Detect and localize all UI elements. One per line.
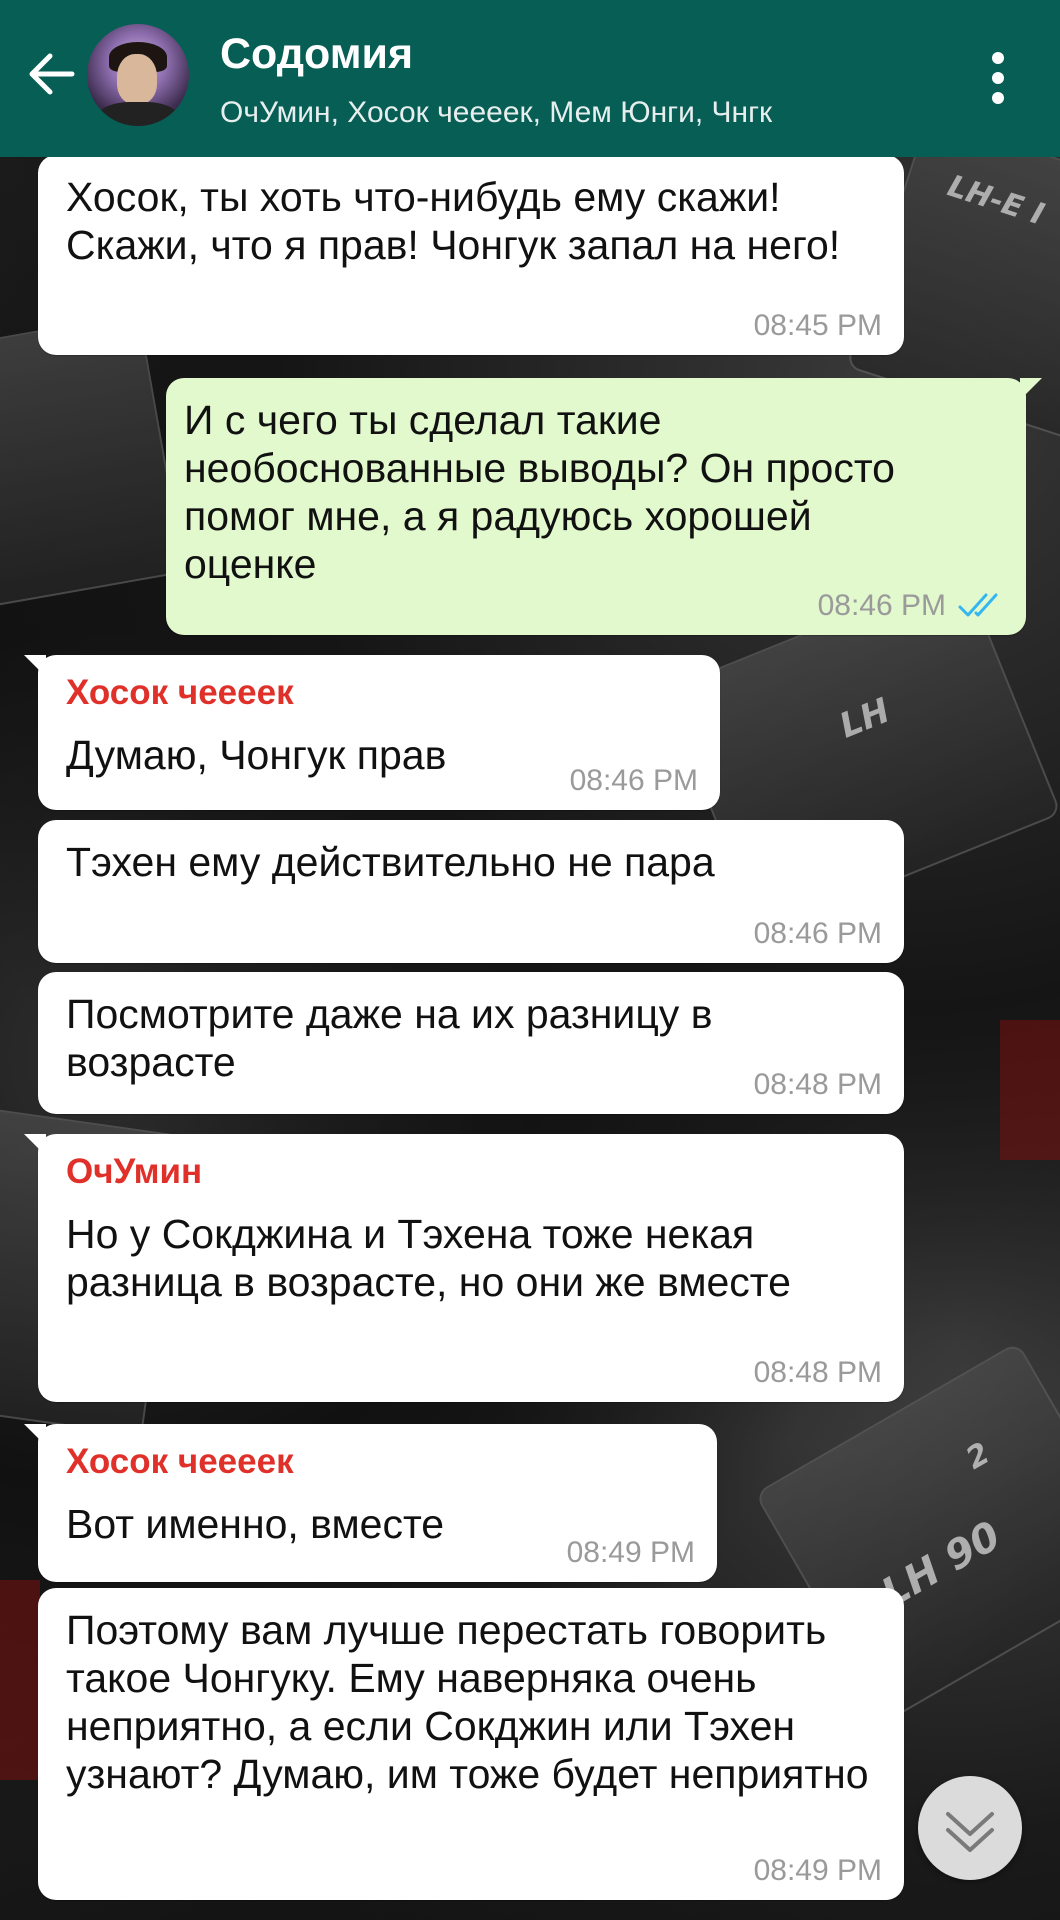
message-time: 08:46 PM [753, 917, 882, 950]
message-text: Поэтому вам лучше перестать говорить так… [66, 1607, 869, 1797]
cassette-decoration [0, 312, 186, 612]
message-bubble[interactable]: ОчУмин Но у Сокджина и Тэхена тоже некая… [24, 1134, 904, 1402]
arrow-left-icon [29, 53, 75, 95]
chevron-double-down-icon [946, 1812, 994, 1852]
message-text: Тэхен ему действительно не пара [66, 839, 715, 885]
message-bubble[interactable]: Хосок чеееек Думаю, Чонгук прав 08:46 PM [24, 655, 720, 810]
cassette-label: LH [833, 690, 896, 747]
message-bubble[interactable]: Поэтому вам лучше перестать говорить так… [38, 1588, 904, 1900]
wallpaper-red-strip [1000, 1020, 1060, 1160]
message-bubble[interactable]: И с чего ты сделал такие необоснованные … [166, 378, 1042, 635]
message-time: 08:48 PM [753, 1068, 882, 1101]
message-time: 08:45 PM [753, 309, 882, 342]
message-time: 08:48 PM [753, 1356, 882, 1389]
message-bubble[interactable]: Тэхен ему действительно не пара 08:46 PM [38, 820, 904, 963]
message-bubble[interactable]: Хосок, ты хоть что-нибудь ему скажи! Ска… [38, 155, 904, 355]
chat-members[interactable]: ОчУмин, Хосок чеееек, Мем Юнги, Чнгк [220, 96, 772, 130]
message-bubble[interactable]: Посмотрите даже на их разницу в возрасте… [38, 972, 904, 1114]
sender-name[interactable]: ОчУмин [66, 1152, 876, 1192]
cassette-label: LH-E I [943, 168, 1049, 233]
message-time: 08:46 PM [569, 764, 698, 797]
more-options-button[interactable] [980, 48, 1016, 108]
wallpaper-red-strip [0, 1580, 40, 1780]
message-bubble[interactable]: Хосок чеееек Вот именно, вместе 08:49 PM [24, 1424, 717, 1582]
message-time: 08:49 PM [753, 1854, 882, 1887]
sender-name[interactable]: Хосок чеееек [66, 673, 692, 713]
back-button[interactable] [22, 44, 82, 104]
chat-title[interactable]: Содомия [220, 30, 413, 79]
message-time: 08:49 PM [566, 1536, 695, 1569]
cassette-number: 2 [960, 1435, 996, 1477]
more-vertical-icon [980, 52, 1016, 104]
scroll-to-bottom-button[interactable] [918, 1776, 1022, 1880]
message-text: Хосок, ты хоть что-нибудь ему скажи! Ска… [66, 174, 841, 268]
message-text: И с чего ты сделал такие необоснованные … [184, 397, 895, 587]
message-time: 08:46 PM [817, 589, 946, 622]
sender-name[interactable]: Хосок чеееек [66, 1442, 689, 1482]
message-text: Но у Сокджина и Тэхена тоже некая разниц… [66, 1211, 791, 1305]
double-check-icon [958, 593, 998, 617]
chat-header: Содомия ОчУмин, Хосок чеееек, Мем Юнги, … [0, 0, 1060, 157]
group-avatar[interactable] [87, 24, 189, 126]
